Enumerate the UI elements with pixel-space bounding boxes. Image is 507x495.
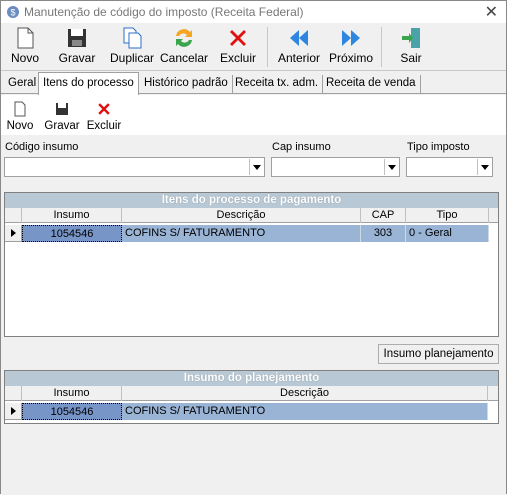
cell-descricao[interactable]: COFINS S/ FATURAMENTO xyxy=(122,225,361,242)
gravar-label: Gravar xyxy=(58,51,96,65)
excluir-label: Excluir xyxy=(219,51,256,65)
toolbar-separator xyxy=(381,27,382,67)
col-header-insumo[interactable]: Insumo xyxy=(22,208,122,223)
item-excluir-button[interactable]: Excluir xyxy=(85,97,123,132)
anterior-button[interactable]: Anterior xyxy=(275,24,323,70)
tab-geral[interactable]: Geral xyxy=(4,75,42,94)
planejamento-grid[interactable]: Insumo do planejamento Insumo Descrição … xyxy=(4,370,499,424)
gravar-button[interactable]: Gravar xyxy=(57,24,97,70)
cell-insumo[interactable]: 1054546 xyxy=(22,225,122,242)
codigo-insumo-select[interactable] xyxy=(4,157,265,177)
tipo-imposto-label: Tipo imposto xyxy=(407,141,470,153)
cap-insumo-select[interactable] xyxy=(271,157,400,177)
proximo-button[interactable]: Próximo xyxy=(327,24,375,70)
app-icon: $ xyxy=(7,6,19,18)
table-row[interactable]: 1054546 COFINS S/ FATURAMENTO 303 0 - Ge… xyxy=(5,225,498,242)
window-title: Manutenção de código do imposto (Receita… xyxy=(24,5,304,19)
item-gravar-label: Gravar xyxy=(44,120,80,132)
sair-label: Sair xyxy=(400,51,422,65)
row-indicator-header xyxy=(5,208,22,223)
cell-tipo[interactable]: 0 - Geral xyxy=(406,225,489,242)
tab-bar: Geral Itens do processo Histórico padrão… xyxy=(1,72,506,95)
proximo-label: Próximo xyxy=(328,51,373,65)
exit-door-icon xyxy=(402,28,420,48)
cell-descricao[interactable]: COFINS S/ FATURAMENTO xyxy=(122,403,488,420)
tipo-imposto-select[interactable] xyxy=(406,157,493,177)
planejamento-grid-caption: Insumo do planejamento xyxy=(5,371,498,386)
table-row[interactable]: 1054546 COFINS S/ FATURAMENTO xyxy=(5,403,498,420)
tab-historico-padrao[interactable]: Histórico padrão xyxy=(140,75,233,94)
sair-button[interactable]: Sair xyxy=(393,24,429,70)
chevron-down-icon[interactable] xyxy=(477,159,491,175)
pagamento-grid-caption: Itens do processo de pagamento xyxy=(5,193,498,208)
duplicar-label: Duplicar xyxy=(109,51,154,65)
pagamento-grid[interactable]: Itens do processo de pagamento Insumo De… xyxy=(4,192,499,337)
chevron-down-icon[interactable] xyxy=(384,159,398,175)
close-icon[interactable]: ✕ xyxy=(485,2,498,22)
planejamento-grid-header: Insumo Descrição xyxy=(5,386,498,401)
cell-insumo[interactable]: 1054546 xyxy=(22,403,122,420)
new-document-icon xyxy=(14,101,26,117)
col-header-cap[interactable]: CAP xyxy=(361,208,406,223)
row-pointer-icon xyxy=(5,403,22,420)
delete-x-icon xyxy=(98,103,110,115)
insumo-planejamento-button[interactable]: Insumo planejamento xyxy=(378,344,499,364)
main-window: $ Manutenção de código do imposto (Recei… xyxy=(0,0,507,495)
previous-arrow-icon xyxy=(290,30,308,46)
toolbar-separator xyxy=(267,27,268,67)
save-icon xyxy=(56,103,68,115)
novo-button[interactable]: Novo xyxy=(7,24,43,70)
item-excluir-label: Excluir xyxy=(86,120,122,132)
col-header-descricao[interactable]: Descrição xyxy=(122,386,488,401)
excluir-button[interactable]: Excluir xyxy=(217,24,259,70)
chevron-down-icon[interactable] xyxy=(249,159,263,175)
new-document-icon xyxy=(17,27,34,49)
item-novo-label: Novo xyxy=(6,120,34,132)
codigo-insumo-label: Código insumo xyxy=(5,141,79,153)
cell-cap[interactable]: 303 xyxy=(361,225,406,242)
save-icon xyxy=(68,29,86,47)
delete-x-icon xyxy=(230,30,246,46)
col-header-tipo[interactable]: Tipo xyxy=(406,208,489,223)
next-arrow-icon xyxy=(342,30,360,46)
cancel-refresh-icon xyxy=(176,29,192,47)
svg-text:$: $ xyxy=(10,8,15,18)
row-indicator-header xyxy=(5,386,22,401)
row-pointer-icon xyxy=(5,225,22,242)
pagamento-grid-header: Insumo Descrição CAP Tipo xyxy=(5,208,498,223)
item-gravar-button[interactable]: Gravar xyxy=(44,97,80,132)
title-bar: $ Manutenção de código do imposto (Recei… xyxy=(1,1,506,23)
duplicar-button[interactable]: Duplicar xyxy=(107,24,157,70)
cancelar-button[interactable]: Cancelar xyxy=(159,24,209,70)
cancelar-label: Cancelar xyxy=(159,51,209,65)
anterior-label: Anterior xyxy=(277,51,321,65)
col-header-descricao[interactable]: Descrição xyxy=(122,208,361,223)
item-novo-button[interactable]: Novo xyxy=(4,97,36,132)
main-toolbar: Novo Gravar Duplicar Cancelar Excluir An… xyxy=(1,23,506,71)
tab-receita-de-venda[interactable]: Receita de venda xyxy=(322,75,421,94)
tab-itens-do-processo[interactable]: Itens do processo xyxy=(38,72,139,95)
items-panel: Código insumo Cap insumo Tipo imposto It… xyxy=(1,135,506,495)
cap-insumo-label: Cap insumo xyxy=(272,141,331,153)
col-header-insumo[interactable]: Insumo xyxy=(22,386,122,401)
duplicate-icon xyxy=(123,27,142,49)
novo-label: Novo xyxy=(10,51,39,65)
tab-receita-tx-adm[interactable]: Receita tx. adm. xyxy=(231,75,324,94)
item-toolbar: Novo Gravar Excluir xyxy=(1,95,506,135)
